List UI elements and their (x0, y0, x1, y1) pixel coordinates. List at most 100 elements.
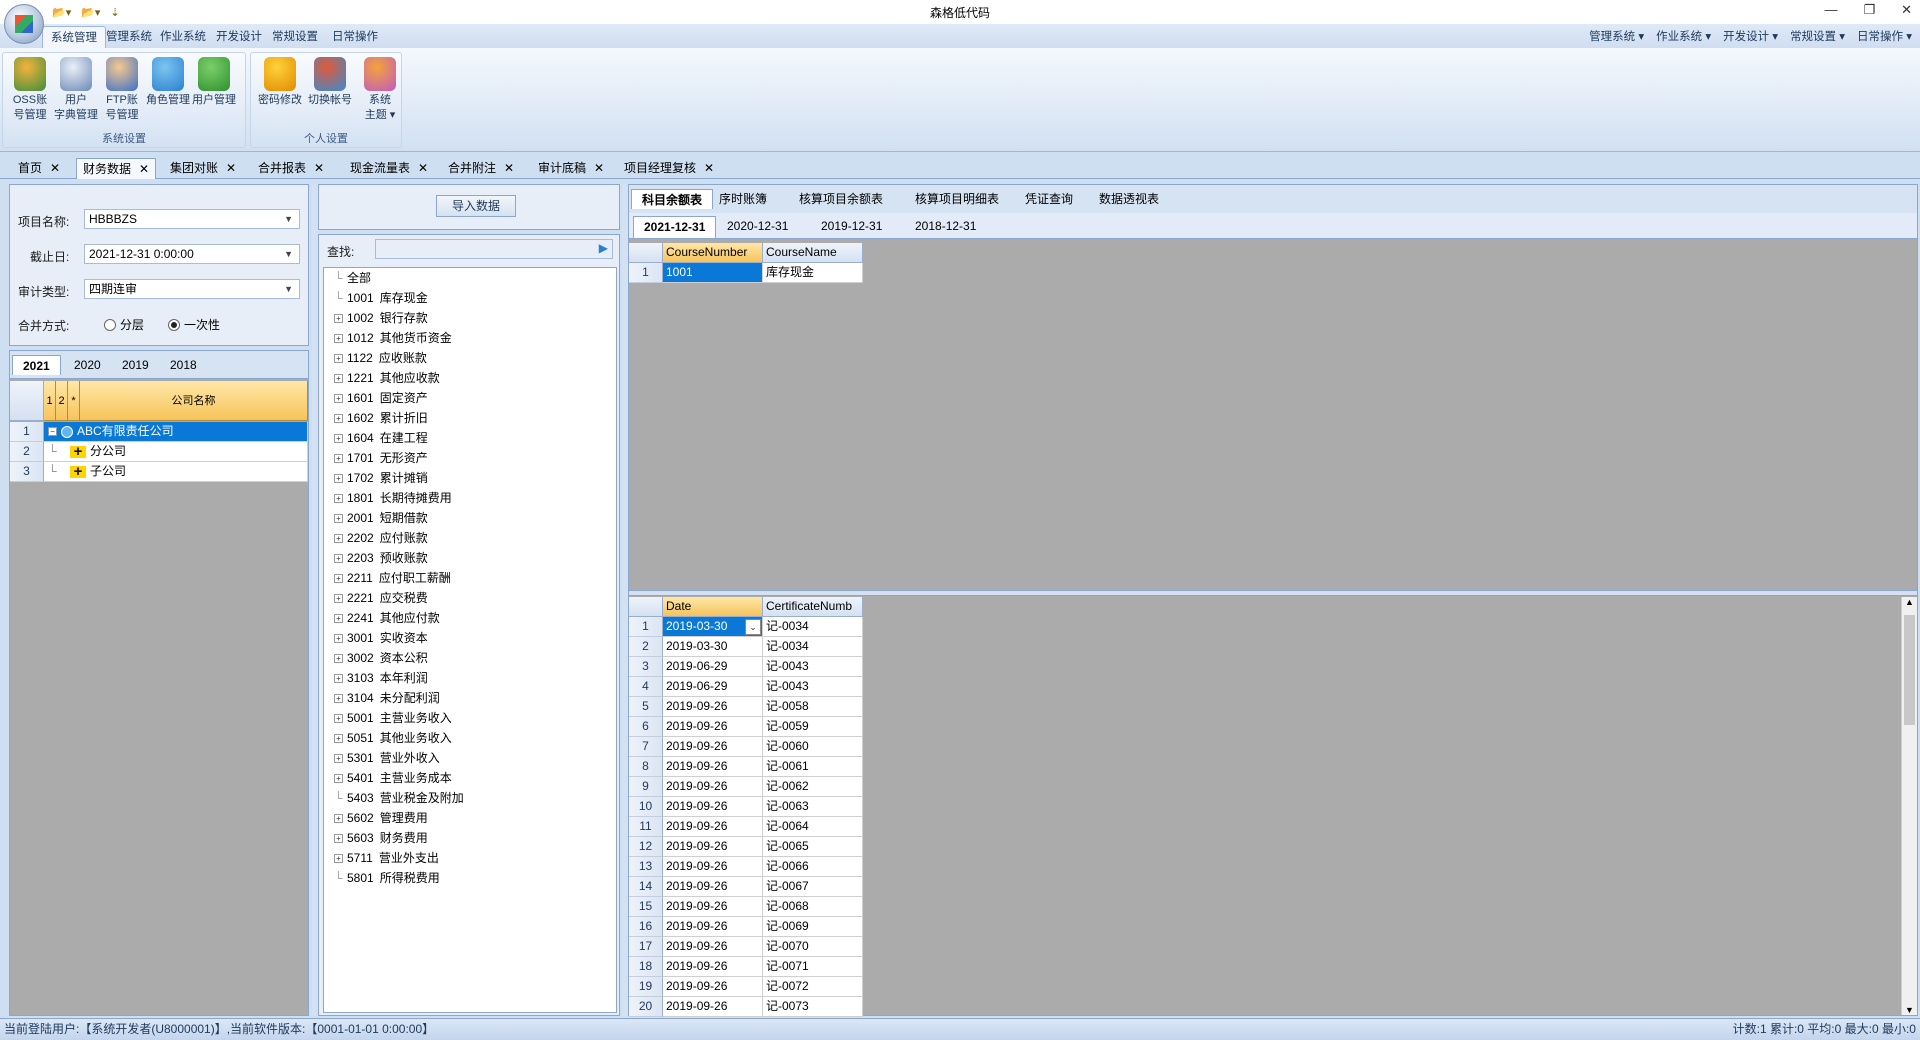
doc-tab-3[interactable]: 合并报表 ✕ (252, 158, 330, 179)
date-picker-icon[interactable]: ⌄ (745, 619, 761, 635)
import-data-button[interactable]: 导入数据 (436, 195, 516, 217)
expand-icon[interactable]: + (334, 654, 343, 664)
grid-cell-2[interactable]: 记-0066 (763, 857, 863, 877)
scrollbar-thumb[interactable] (1904, 615, 1915, 725)
grid-cell-2[interactable]: 记-0060 (763, 737, 863, 757)
expand-icon[interactable]: + (334, 854, 343, 864)
grid-cell-2[interactable]: 记-0067 (763, 877, 863, 897)
grid-corner[interactable] (629, 243, 663, 263)
grid-cell-1[interactable]: 2019-09-26 (663, 897, 763, 917)
expand-icon[interactable]: + (334, 334, 343, 344)
grid-cell-1[interactable]: 2019-09-26 (663, 857, 763, 877)
grid-cell-2[interactable]: 记-0070 (763, 937, 863, 957)
company-grid-header-0[interactable]: 1 (44, 381, 56, 421)
date-tab-2019-12-31[interactable]: 2019-12-31 (811, 216, 892, 238)
audit-type-combo[interactable]: 四期连审 ▼ (84, 279, 300, 299)
grid-cell-1[interactable]: 2019-06-29 (663, 657, 763, 677)
voucher-scrollbar[interactable]: ▲ ▼ (1901, 597, 1917, 1015)
ribbon-right-menu-2[interactable]: 开发设计 ▾ (1723, 28, 1778, 44)
close-icon[interactable]: ✕ (50, 158, 60, 179)
tree-node[interactable]: +5602 管理费用 (324, 808, 428, 828)
row-number[interactable]: 9 (629, 777, 663, 797)
grid-header-0[interactable]: Date (663, 597, 763, 617)
row-number[interactable]: 1 (629, 263, 663, 283)
grid-cell-1[interactable]: 2019-09-26 (663, 977, 763, 997)
row-number[interactable]: 10 (629, 797, 663, 817)
expand-icon[interactable]: + (334, 574, 343, 584)
search-go-icon[interactable]: ▶ (599, 241, 608, 255)
grid-cell-1[interactable]: 2019-09-26 (663, 697, 763, 717)
report-tab-5[interactable]: 数据透视表 (1089, 189, 1169, 209)
chevron-down-icon[interactable]: ▼ (284, 245, 293, 263)
tree-node[interactable]: +1602 累计折旧 (324, 408, 428, 428)
grid-cell-2[interactable]: 记-0062 (763, 777, 863, 797)
expand-icon[interactable]: + (334, 394, 343, 404)
row-number[interactable]: 8 (629, 757, 663, 777)
expand-icon[interactable]: + (334, 594, 343, 604)
expand-icon[interactable]: + (334, 714, 343, 724)
report-tab-0[interactable]: 科目余额表 (631, 189, 714, 209)
close-icon[interactable]: ✕ (418, 158, 428, 179)
grid-cell-1[interactable]: 2019-09-26 (663, 817, 763, 837)
expand-icon[interactable]: + (334, 494, 343, 504)
row-number[interactable]: 14 (629, 877, 663, 897)
expand-icon[interactable]: + (334, 754, 343, 764)
expand-icon[interactable]: + (334, 734, 343, 744)
doc-tab-2[interactable]: 集团对账 ✕ (164, 158, 242, 179)
tree-node[interactable]: +2241 其他应付款 (324, 608, 440, 628)
expand-icon[interactable]: + (334, 814, 343, 824)
tree-node[interactable]: +2203 预收账款 (324, 548, 428, 568)
row-number[interactable]: 18 (629, 957, 663, 977)
grid-cell-2[interactable]: 记-0065 (763, 837, 863, 857)
grid-cell-1[interactable]: 2019-09-26 (663, 837, 763, 857)
scroll-up-icon[interactable]: ▲ (1905, 597, 1914, 607)
project-name-combo[interactable]: HBBBZS ▼ (84, 209, 300, 229)
ribbon-button-oss[interactable]: OSS账 号管理 (7, 57, 53, 123)
expand-icon[interactable]: + (334, 514, 343, 524)
restore-icon[interactable]: ❐ (1863, 2, 1875, 18)
grid-cell-2[interactable]: 记-0059 (763, 717, 863, 737)
grid-cell-1[interactable]: 2019-09-26 (663, 937, 763, 957)
tree-node[interactable]: +3103 本年利润 (324, 668, 428, 688)
grid-corner[interactable] (10, 381, 44, 421)
grid-cell-1[interactable]: 2019-09-26 (663, 957, 763, 977)
chevron-down-icon[interactable]: ▼ (284, 280, 293, 298)
grid-cell-1[interactable]: 2019-09-26 (663, 797, 763, 817)
row-number[interactable]: 17 (629, 937, 663, 957)
report-tab-1[interactable]: 序时账簿 (709, 189, 777, 209)
ribbon-button-user-add[interactable]: 用户管理 (191, 57, 237, 108)
grid-cell-2[interactable]: 记-0064 (763, 817, 863, 837)
row-number[interactable]: 13 (629, 857, 663, 877)
app-menu-button[interactable] (4, 4, 44, 44)
grid-corner[interactable] (629, 597, 663, 617)
ribbon-tab-1[interactable]: 管理系统 (98, 26, 160, 48)
tree-node[interactable]: +3002 资本公积 (324, 648, 428, 668)
row-number[interactable]: 2 (10, 442, 44, 462)
grid-cell-1[interactable]: 2019-09-26 (663, 917, 763, 937)
row-number[interactable]: 7 (629, 737, 663, 757)
grid-cell-1[interactable]: 2019-06-29 (663, 677, 763, 697)
year-tab-2019[interactable]: 2019 (112, 355, 159, 375)
merge-layered-radio[interactable]: 分层 (104, 316, 144, 333)
ribbon-button-palette[interactable]: 系统 主题 ▾ (355, 57, 405, 123)
expand-icon[interactable]: + (334, 374, 343, 384)
grid-cell-2[interactable]: 记-0034 (763, 617, 863, 637)
collapse-icon[interactable]: − (48, 427, 57, 437)
tree-node[interactable]: +3104 未分配利润 (324, 688, 440, 708)
row-number[interactable]: 5 (629, 697, 663, 717)
grid-cell-2[interactable]: 记-0063 (763, 797, 863, 817)
grid-cell-1[interactable]: 2019-03-30 (663, 637, 763, 657)
row-number[interactable]: 4 (629, 677, 663, 697)
ribbon-button-switch-user[interactable]: 切换帐号 (305, 57, 355, 108)
grid-cell-1[interactable]: 2019-09-26 (663, 737, 763, 757)
expand-icon[interactable]: + (334, 454, 343, 464)
ribbon-right-menu-1[interactable]: 作业系统 ▾ (1656, 28, 1711, 44)
row-number[interactable]: 2 (629, 637, 663, 657)
company-grid-header-3[interactable]: 公司名称 (80, 381, 308, 421)
grid-cell-2[interactable]: 记-0069 (763, 917, 863, 937)
row-number[interactable]: 20 (629, 997, 663, 1017)
tree-node[interactable]: +1601 固定资产 (324, 388, 428, 408)
tree-node[interactable]: +5301 营业外收入 (324, 748, 440, 768)
company-row[interactable]: └ + 分公司 (44, 442, 308, 462)
year-tab-2021[interactable]: 2021 (12, 355, 61, 375)
